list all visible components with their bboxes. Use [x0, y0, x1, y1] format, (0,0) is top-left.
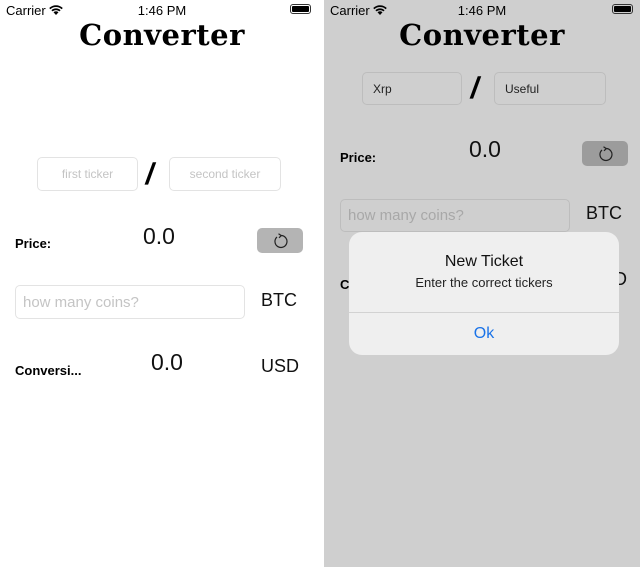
first-ticker-input[interactable]: Xrp — [362, 72, 462, 105]
refresh-icon — [599, 145, 613, 161]
separator: / — [143, 158, 158, 191]
conversion-label: C — [340, 277, 350, 292]
refresh-button[interactable] — [257, 228, 303, 253]
price-label: Price: — [15, 236, 52, 251]
price-value: 0.0 — [143, 223, 175, 249]
coin-currency: BTC — [261, 290, 297, 310]
first-ticker-placeholder: first ticker — [61, 167, 114, 181]
battery-icon — [612, 4, 633, 14]
page-title: Converter — [399, 18, 565, 52]
coin-currency: BTC — [586, 203, 622, 223]
conversion-label: Conversi... — [15, 363, 82, 378]
time-label: 1:46 PM — [137, 3, 187, 18]
conversion-currency: USD — [261, 356, 300, 376]
alert-ok-button[interactable]: Ok — [349, 313, 619, 355]
alert-dialog: New Ticket Enter the correct tickers Ok — [349, 232, 619, 355]
battery-icon — [290, 4, 311, 14]
alert-title: New Ticket — [444, 253, 524, 270]
first-ticker-value: Xrp — [373, 81, 392, 96]
coins-input[interactable]: how many coins? — [340, 199, 570, 232]
conversion-value: 0.0 — [151, 349, 183, 375]
page-title: Converter — [79, 18, 245, 52]
coins-placeholder: how many coins? — [23, 293, 139, 311]
second-ticker-value: Useful — [505, 81, 540, 96]
second-ticker-input[interactable]: second ticker — [169, 157, 281, 191]
second-ticker-input[interactable]: Useful — [494, 72, 606, 105]
price-value: 0.0 — [469, 136, 501, 162]
converter-screen-alert: Carrier 1:46 PM Converter Xrp / Useful P… — [324, 0, 640, 567]
refresh-icon — [274, 232, 288, 248]
separator: / — [468, 72, 483, 105]
price-label: Price: — [340, 150, 377, 165]
coins-input[interactable]: how many coins? — [15, 285, 245, 319]
first-ticker-input[interactable]: first ticker — [37, 157, 138, 191]
second-ticker-placeholder: second ticker — [189, 167, 261, 181]
coins-placeholder: how many coins? — [348, 207, 464, 224]
refresh-button[interactable] — [582, 141, 628, 166]
time-label: 1:46 PM — [457, 3, 507, 18]
converter-screen-default: Carrier 1:46 PM Converter first ticker /… — [0, 0, 324, 567]
alert-message: Enter the correct tickers — [415, 275, 553, 290]
